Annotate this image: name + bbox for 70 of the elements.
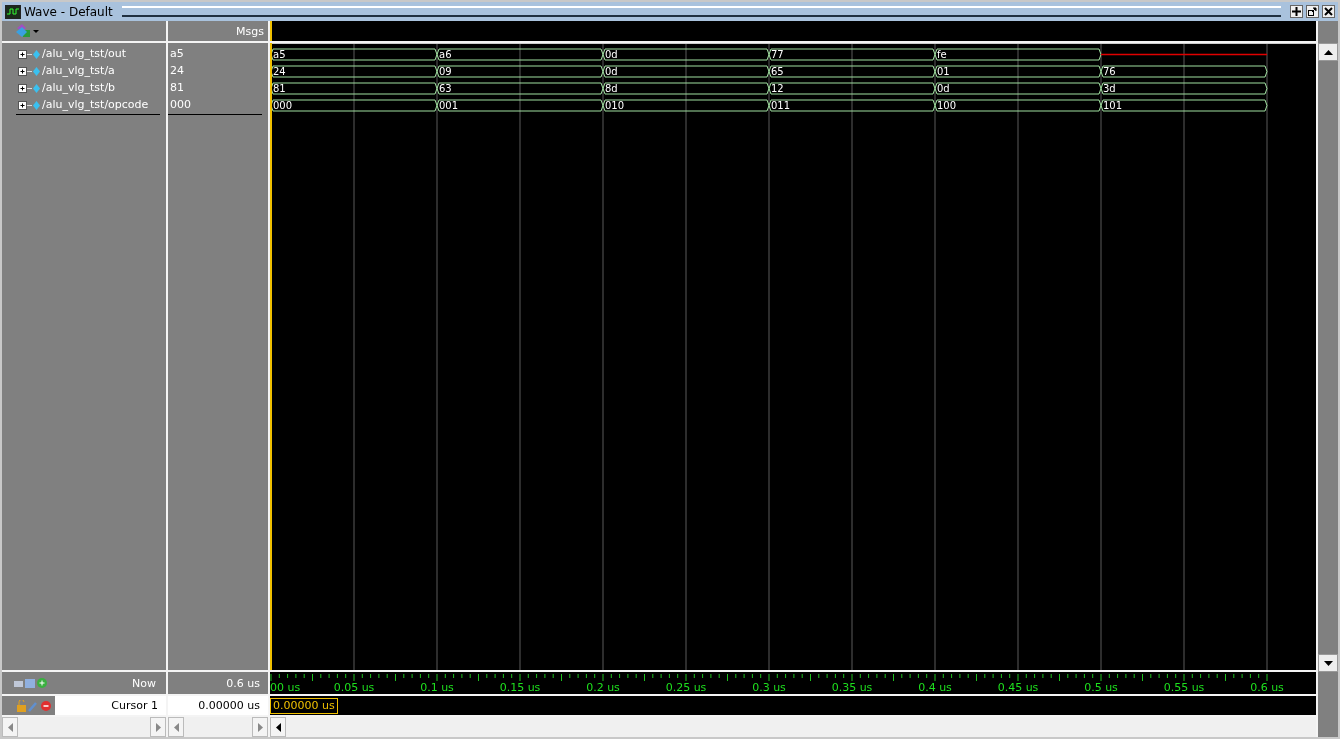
signal-value: 81 (170, 81, 184, 94)
bus-value: 0d (937, 83, 950, 94)
cursor-time-marker[interactable]: 0.00000 us (270, 697, 338, 714)
bus-value: 65 (771, 66, 784, 77)
cursor-time-value: 0.00000 us (198, 699, 260, 712)
horizontal-scrollbar[interactable] (2, 717, 166, 737)
signal-value: 000 (170, 98, 191, 111)
signal-name[interactable]: /alu_vlg_tst/a (42, 64, 115, 77)
expand-icon[interactable] (18, 47, 40, 60)
scroll-right-icon[interactable] (155, 722, 161, 732)
signal-name[interactable]: /alu_vlg_tst/out (42, 47, 127, 60)
time-label: 0.15 us (499, 681, 541, 694)
time-label: 00 us (270, 681, 301, 694)
bus-value: 81 (273, 83, 286, 94)
bus-value: 010 (605, 100, 625, 111)
vertical-scrollbar[interactable] (1318, 21, 1338, 737)
expand-icon[interactable] (18, 98, 40, 111)
expand-icon[interactable] (18, 81, 40, 94)
bus-value: 011 (771, 100, 791, 111)
close-icon[interactable] (1322, 5, 1335, 18)
signal-name[interactable]: /alu_vlg_tst/opcode (42, 98, 149, 111)
cursor-name-field[interactable]: Cursor 1 (55, 696, 166, 715)
bus-value: 77 (771, 49, 784, 60)
bus-value: 8d (605, 83, 618, 94)
bus-value: 3d (1103, 83, 1116, 94)
now-value: 0.6 us (226, 676, 260, 690)
bus-value: 0d (605, 49, 618, 60)
column-header: Msgs (236, 24, 264, 38)
expand-icon[interactable] (18, 64, 40, 77)
title-bar-grip[interactable] (121, 6, 1281, 17)
time-label: 0.35 us (831, 681, 873, 694)
time-label: 0.6 us (1250, 681, 1284, 694)
scroll-right-icon[interactable] (257, 722, 263, 732)
bus-value: 63 (439, 83, 452, 94)
bus-value: 24 (273, 66, 286, 77)
time-label: 0.4 us (918, 681, 952, 694)
bus-value: 0d (605, 66, 618, 77)
signal-format-icon[interactable] (14, 24, 40, 38)
time-label: 0.5 us (1084, 681, 1118, 694)
time-label: 0.25 us (665, 681, 707, 694)
dock-icon[interactable] (1290, 5, 1303, 18)
time-label: 0.45 us (997, 681, 1039, 694)
scroll-up-icon[interactable] (1323, 49, 1333, 55)
bus-value: 000 (273, 100, 293, 111)
scroll-left-icon[interactable] (275, 722, 281, 732)
bus-value: 101 (1103, 100, 1123, 111)
horizontal-scrollbar[interactable] (270, 717, 1316, 737)
signal-value: 24 (170, 64, 184, 77)
time-label: 0.55 us (1163, 681, 1205, 694)
time-label: 0.2 us (586, 681, 620, 694)
scroll-down-icon[interactable] (1323, 660, 1333, 666)
now-label: Now (132, 676, 156, 690)
bus-value: 001 (439, 100, 459, 111)
bus-value: 09 (439, 66, 452, 77)
bus-value: 100 (937, 100, 957, 111)
window-title: Wave - Default (24, 4, 113, 19)
bus-value: a6 (439, 49, 452, 60)
bus-value: 12 (771, 83, 784, 94)
bus-value: 01 (937, 66, 950, 77)
signal-name[interactable]: /alu_vlg_tst/b (42, 81, 116, 94)
undock-icon[interactable] (1306, 5, 1319, 18)
bus-value: 76 (1103, 66, 1116, 77)
time-label: 0.1 us (420, 681, 454, 694)
bus-value: fe (937, 49, 947, 60)
signal-value: a5 (170, 47, 184, 60)
time-label: 0.05 us (333, 681, 375, 694)
wave-app-icon (5, 4, 21, 19)
bus-value: a5 (273, 49, 286, 60)
time-label: 0.3 us (752, 681, 786, 694)
horizontal-scrollbar[interactable] (168, 717, 268, 737)
